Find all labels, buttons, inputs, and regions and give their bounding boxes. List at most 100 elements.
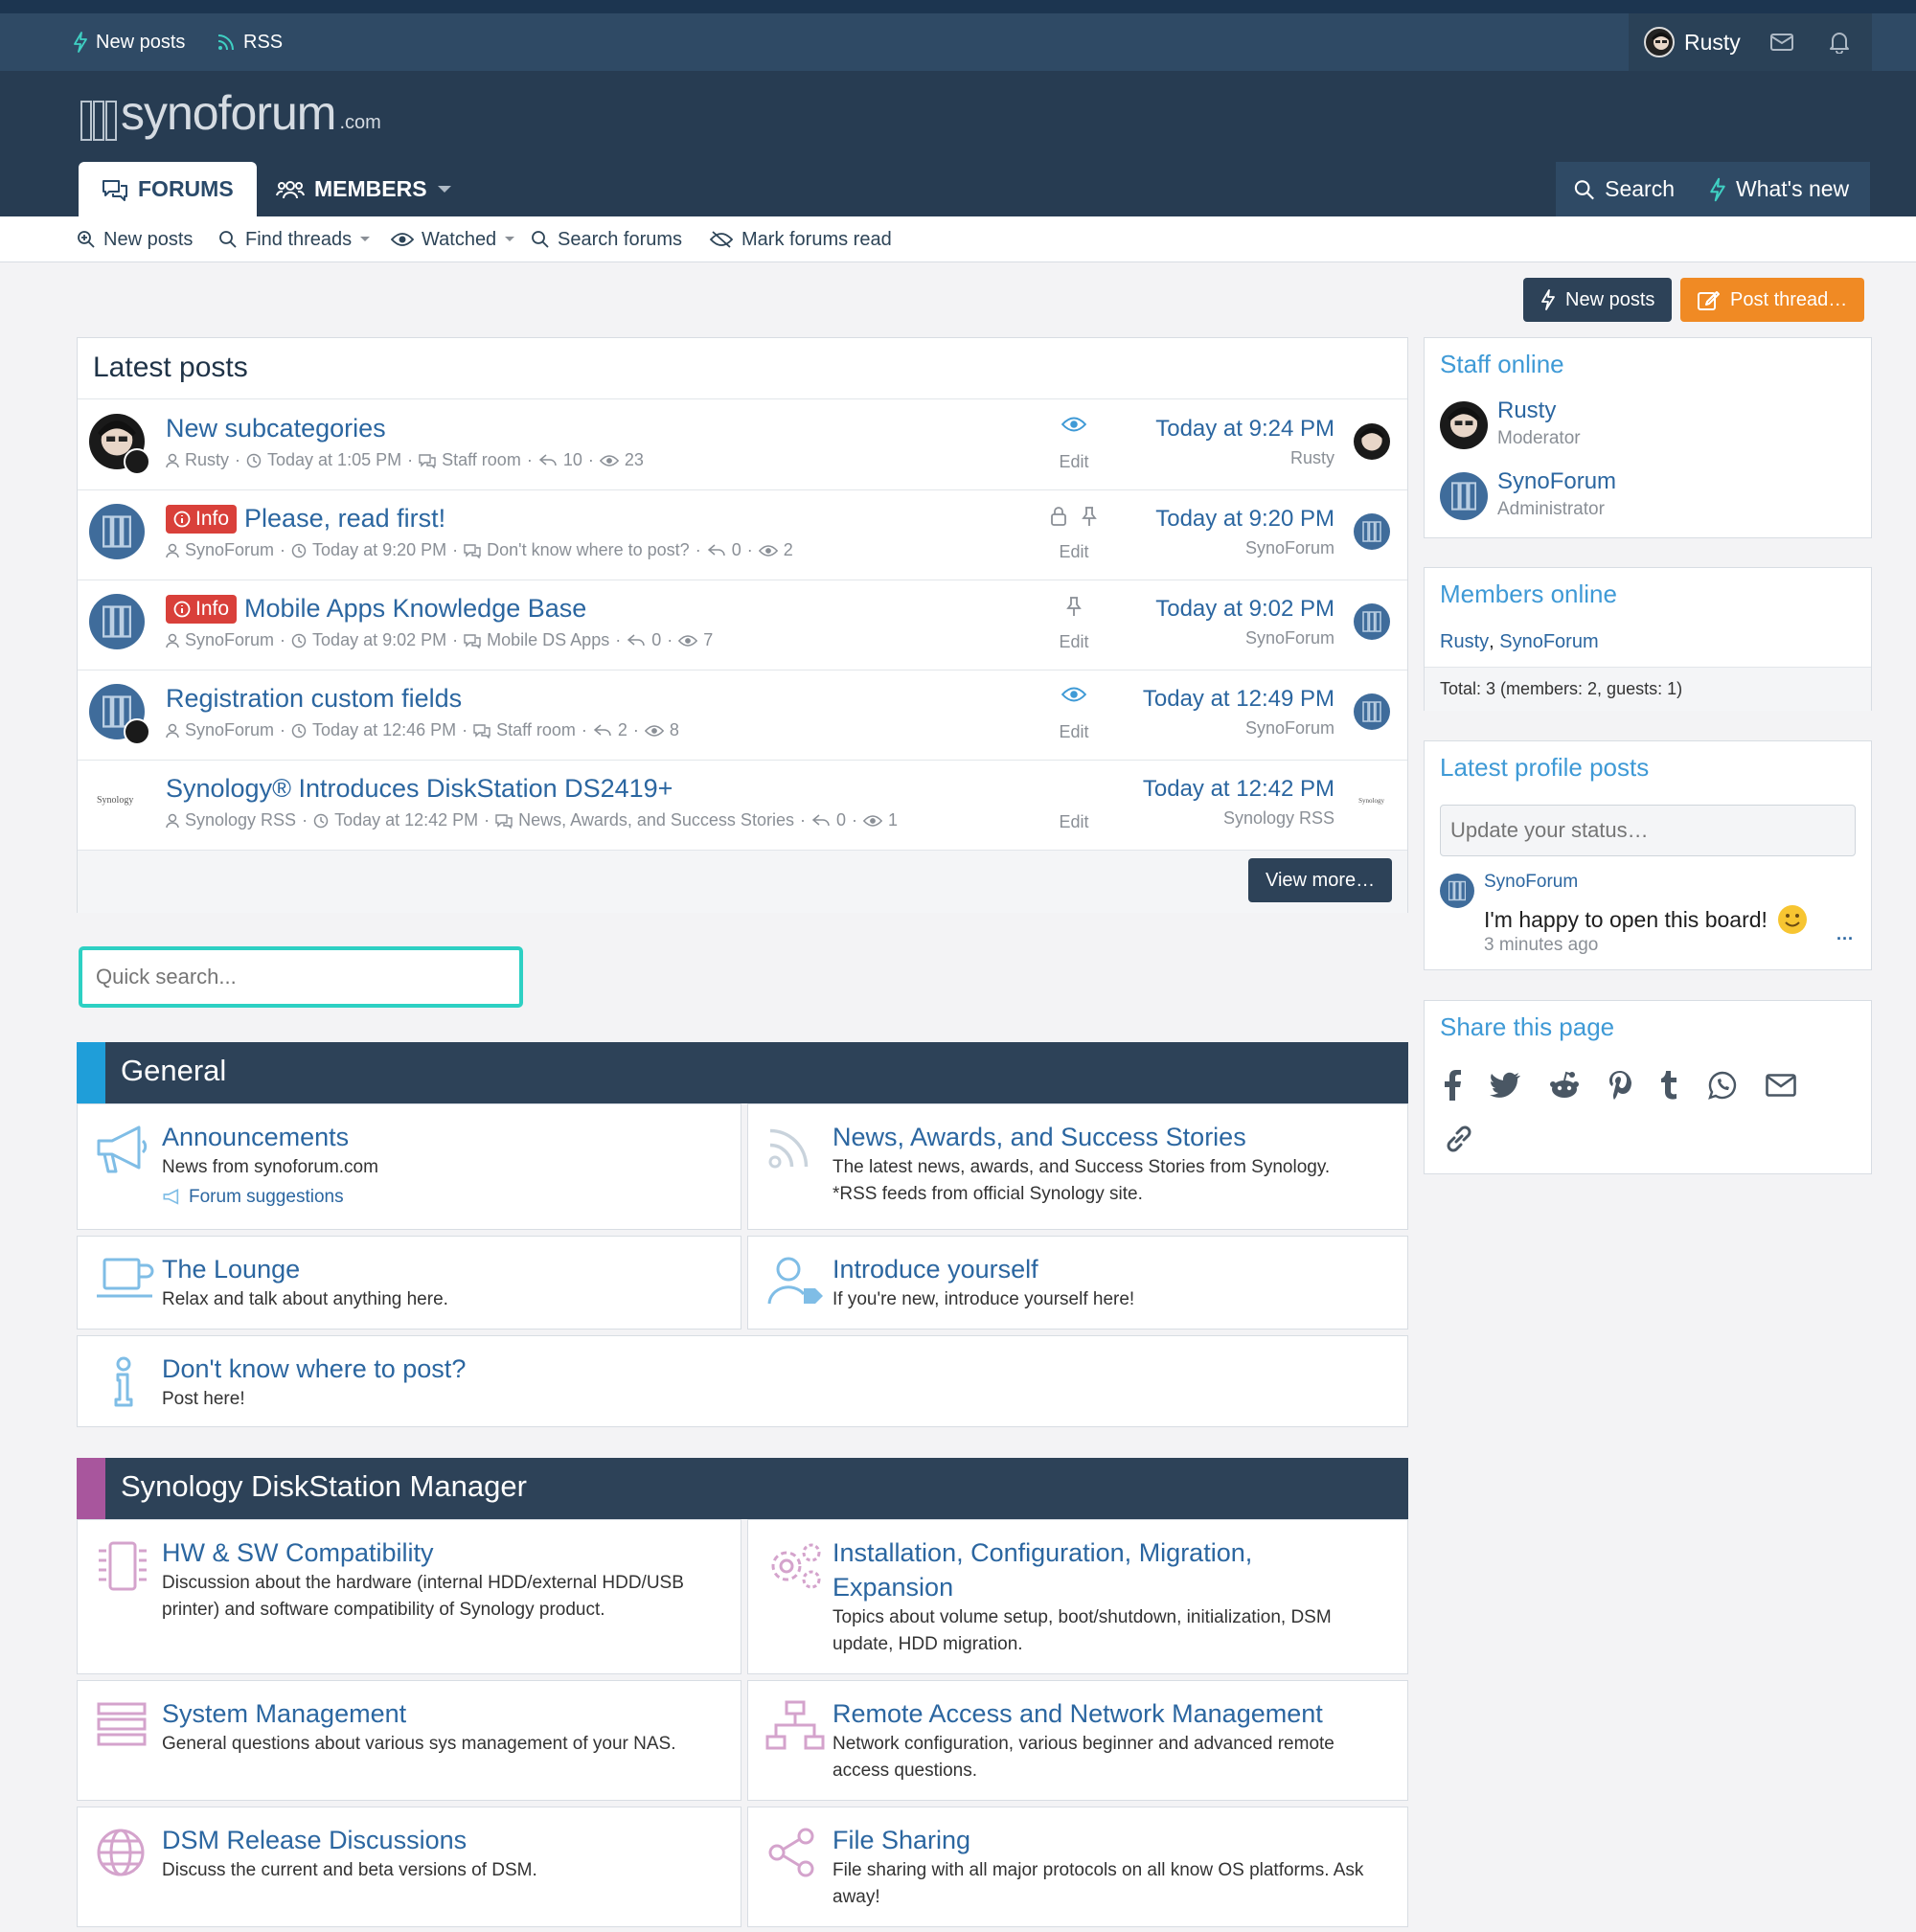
thread-author[interactable]: SynoForum [185,630,274,650]
last-poster[interactable]: SynoForum [1245,538,1334,558]
profile-post-more-button[interactable]: ··· [1836,929,1854,949]
thread-title[interactable]: Synology® Introduces DiskStation DS2419+ [166,774,673,804]
thread-forum[interactable]: Don't know where to post? [487,540,690,560]
nav-whats-new-button[interactable]: What's new [1692,162,1870,216]
forum-node-remote-access[interactable]: Remote Access and Network Management Net… [747,1680,1408,1801]
category-header-general[interactable]: General [77,1042,1408,1103]
last-poster[interactable]: SynoForum [1245,628,1334,648]
staff-name[interactable]: SynoForum [1497,468,1616,495]
latest-post-row[interactable]: New subcategories Rusty · Today at 1:05 … [78,400,1407,490]
new-posts-button[interactable]: New posts [1523,278,1673,322]
last-post-date[interactable]: Today at 12:49 PM [1143,686,1334,713]
thread-forum[interactable]: News, Awards, and Success Stories [518,810,794,830]
staff-avatar[interactable] [1440,472,1488,520]
email-share-icon[interactable] [1766,1074,1796,1097]
thread-title[interactable]: New subcategories [166,414,386,443]
tab-members[interactable]: MEMBERS [276,162,452,216]
last-post-date[interactable]: Today at 9:02 PM [1155,596,1334,623]
last-poster[interactable]: SynoForum [1245,718,1334,739]
whatsapp-icon[interactable] [1708,1071,1737,1100]
latest-post-row[interactable]: Info Mobile Apps Knowledge Base SynoForu… [78,580,1407,671]
profile-post-avatar[interactable] [1440,874,1474,908]
edit-link[interactable]: Edit [1016,542,1131,562]
forum-node-introduce[interactable]: Introduce yourself If you're new, introd… [747,1236,1408,1330]
last-poster[interactable]: Rusty [1290,448,1334,468]
profile-post-author[interactable]: SynoForum [1484,872,1578,893]
forum-title[interactable]: DSM Release Discussions [162,1823,467,1857]
staff-name[interactable]: Rusty [1497,398,1556,424]
latest-post-row[interactable]: Synology Synology® Introduces DiskStatio… [78,761,1407,851]
edit-link[interactable]: Edit [1016,812,1131,832]
edit-link[interactable]: Edit [1016,452,1131,472]
info-badge[interactable]: Info [166,594,238,624]
forum-title[interactable]: HW & SW Compatibility [162,1535,434,1570]
edit-link[interactable]: Edit [1016,632,1131,652]
category-header-dsm[interactable]: Synology DiskStation Manager [77,1458,1408,1519]
forum-title[interactable]: File Sharing [833,1823,970,1857]
pinterest-icon[interactable] [1608,1070,1631,1101]
thread-title[interactable]: Please, read first! [244,504,445,534]
forum-title[interactable]: The Lounge [162,1252,300,1286]
thread-title[interactable]: Mobile Apps Knowledge Base [244,594,586,624]
forum-node-announcements[interactable]: Announcements News from synoforum.com Fo… [77,1103,741,1230]
members-online-title[interactable]: Members online [1440,580,1617,609]
thread-forum[interactable]: Staff room [496,720,576,740]
view-more-button[interactable]: View more… [1248,858,1393,902]
forum-node-system-management[interactable]: System Management General questions abou… [77,1680,741,1801]
tumblr-icon[interactable] [1660,1070,1679,1101]
post-thread-button[interactable]: Post thread… [1680,278,1865,322]
thread-author[interactable]: Synology RSS [185,810,296,830]
online-member[interactable]: Rusty [1440,631,1489,653]
forum-title[interactable]: Installation, Configuration, Migration, … [833,1535,1369,1604]
tab-forums[interactable]: FORUMS [79,162,257,216]
forum-title[interactable]: News, Awards, and Success Stories [833,1120,1246,1154]
thread-forum[interactable]: Staff room [442,450,521,470]
thread-author[interactable]: SynoForum [185,540,274,560]
user-menu[interactable]: Rusty [1629,13,1753,71]
top-rss-link[interactable]: RSS [217,13,283,71]
reddit-icon[interactable] [1549,1071,1580,1100]
subnav-mark-read[interactable]: Mark forums read [709,216,892,262]
forum-title[interactable]: Introduce yourself [833,1252,1038,1286]
forum-node-hw-sw[interactable]: HW & SW Compatibility Discussion about t… [77,1519,741,1674]
forum-title[interactable]: Don't know where to post? [162,1352,466,1386]
nav-search-button[interactable]: Search [1556,162,1692,216]
last-post-date[interactable]: Today at 9:20 PM [1155,506,1334,533]
top-new-posts-link[interactable]: New posts [73,13,185,71]
last-post-date[interactable]: Today at 9:24 PM [1155,416,1334,443]
facebook-icon[interactable] [1444,1070,1461,1101]
inbox-button[interactable] [1753,13,1811,71]
thread-forum[interactable]: Mobile DS Apps [487,630,609,650]
thread-author[interactable]: Rusty [185,450,229,470]
subforum-link[interactable]: Forum suggestions [162,1187,344,1208]
online-member[interactable]: SynoForum [1499,631,1598,653]
staff-avatar[interactable] [1440,401,1488,449]
forum-title[interactable]: System Management [162,1696,406,1731]
forum-title[interactable]: Remote Access and Network Management [833,1696,1323,1731]
forum-node-installation[interactable]: Installation, Configuration, Migration, … [747,1519,1408,1674]
latest-post-row[interactable]: Registration custom fields SynoForum · T… [78,671,1407,761]
forum-node-dsm-release[interactable]: DSM Release Discussions Discuss the curr… [77,1807,741,1927]
last-poster[interactable]: Synology RSS [1223,808,1334,829]
status-update-input[interactable] [1440,805,1856,856]
thread-author[interactable]: SynoForum [185,720,274,740]
alerts-button[interactable] [1811,13,1868,71]
forum-node-news[interactable]: News, Awards, and Success Stories The la… [747,1103,1408,1230]
info-badge[interactable]: Info [166,504,238,534]
subnav-search-forums[interactable]: Search forums [531,216,682,262]
quick-search-input[interactable] [79,946,523,1008]
forum-node-dont-know[interactable]: Don't know where to post? Post here! [77,1335,1408,1427]
profile-post-time[interactable]: 3 minutes ago [1484,935,1598,956]
forum-node-file-sharing[interactable]: File Sharing File sharing with all major… [747,1807,1408,1927]
forum-node-lounge[interactable]: The Lounge Relax and talk about anything… [77,1236,741,1330]
link-icon[interactable] [1444,1124,1474,1154]
site-logo[interactable]: synoforum .com [80,84,381,142]
forum-title[interactable]: Announcements [162,1120,349,1154]
thread-title[interactable]: Registration custom fields [166,684,462,714]
twitter-icon[interactable] [1490,1072,1520,1099]
latest-post-row[interactable]: Info Please, read first! SynoForum · Tod… [78,490,1407,580]
last-post-date[interactable]: Today at 12:42 PM [1143,776,1334,803]
subnav-new-posts[interactable]: New posts [77,216,193,262]
profile-posts-title[interactable]: Latest profile posts [1440,753,1649,783]
edit-link[interactable]: Edit [1016,722,1131,742]
